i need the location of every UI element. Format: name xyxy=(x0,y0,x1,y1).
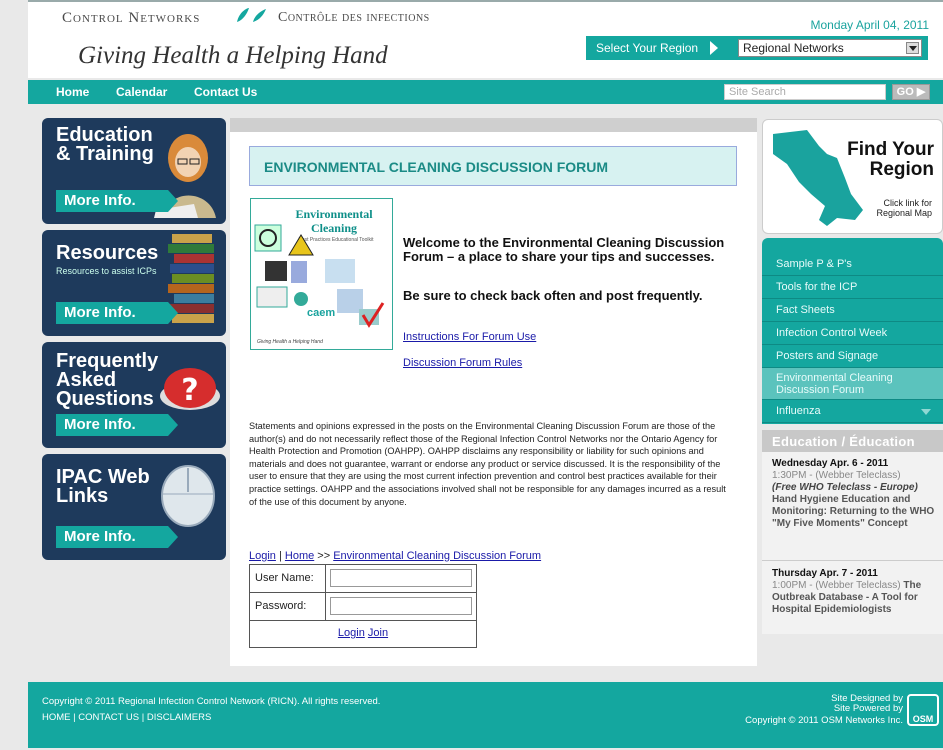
cover-footer: Giving Health a Helping Hand xyxy=(257,339,323,345)
brand-french: Contrôle des infections xyxy=(278,10,430,25)
powered-by-text: Site Powered by xyxy=(833,703,903,714)
footer-disclaimers-link[interactable]: DISCLAIMERS xyxy=(147,712,211,723)
nav-home[interactable]: Home xyxy=(56,85,89,99)
region-dropdown-value: Regional Networks xyxy=(743,41,844,55)
sidebar-item-sample-pp[interactable]: Sample P & P's xyxy=(762,253,943,276)
forum-title-box: ENVIRONMENTAL CLEANING DISCUSSION FORUM xyxy=(249,146,737,186)
design-credit: Site Designed by Site Powered by xyxy=(831,694,903,714)
sidebar-item-influenza[interactable]: Influenza xyxy=(762,400,943,423)
chevron-down-icon[interactable] xyxy=(906,42,919,54)
search-go-button[interactable]: GO ▶ xyxy=(892,84,930,100)
promo-title: Frequently Asked Questions xyxy=(56,350,159,410)
sidebar-item-infection-control-week[interactable]: Infection Control Week xyxy=(762,322,943,345)
question-mark-icon: ? xyxy=(160,368,220,410)
more-info-button[interactable]: More Info. xyxy=(56,414,178,436)
find-region-title: Find Your Region xyxy=(847,139,934,180)
breadcrumb-login-link[interactable]: Login xyxy=(249,550,276,562)
username-label: User Name: xyxy=(255,572,314,584)
sidebar-item-posters-signage[interactable]: Posters and Signage xyxy=(762,345,943,368)
main-nav: Home Calendar Contact Us Site Search GO … xyxy=(28,80,943,104)
event-item[interactable]: Wednesday Apr. 6 - 2011 1:30PM - (Webber… xyxy=(772,458,938,530)
breadcrumb-forum-link[interactable]: Environmental Cleaning Discussion Forum xyxy=(333,550,541,562)
footer-home-link[interactable]: HOME xyxy=(42,712,71,723)
username-row: User Name: xyxy=(250,565,476,593)
login-actions: Login Join xyxy=(250,627,476,639)
nav-calendar[interactable]: Calendar xyxy=(116,85,167,99)
events-divider xyxy=(762,560,943,561)
page-title: ENVIRONMENTAL CLEANING DISCUSSION FORUM xyxy=(264,159,609,175)
forum-instructions-link[interactable]: Instructions For Forum Use xyxy=(403,331,536,343)
toolkit-cover-image: Environmental Cleaning Best Practices Ed… xyxy=(250,198,393,350)
promo-ipac-web-links[interactable]: IPAC Web Links More Info. xyxy=(42,454,226,560)
osm-copyright: Copyright © 2011 OSM Networks Inc. xyxy=(745,715,903,726)
password-field[interactable] xyxy=(330,597,472,615)
promo-education-training[interactable]: Education & Training More Info. xyxy=(42,118,226,224)
check-back-text: Be sure to check back often and post fre… xyxy=(403,288,703,303)
login-link[interactable]: Login xyxy=(338,627,365,639)
arrow-right-icon xyxy=(710,41,718,55)
event-time: 1:30PM - (Webber Teleclass) xyxy=(772,470,901,481)
forum-rules-link[interactable]: Discussion Forum Rules xyxy=(403,357,522,369)
brand-english: Control Networks xyxy=(62,10,201,26)
password-label: Password: xyxy=(255,600,307,612)
username-field[interactable] xyxy=(330,569,472,587)
promo-title: IPAC Web Links xyxy=(56,466,150,507)
main-content: ENVIRONMENTAL CLEANING DISCUSSION FORUM … xyxy=(230,118,757,666)
sidebar-menu: Sample P & P's Tools for the ICP Fact Sh… xyxy=(762,238,943,424)
region-dropdown[interactable]: Regional Networks xyxy=(738,39,922,57)
promo-title: Education & Training xyxy=(56,124,154,165)
find-your-region-panel[interactable]: Find Your Region Click link for Regional… xyxy=(762,119,943,234)
breadcrumb: Login | Home >> Environmental Cleaning D… xyxy=(249,550,541,562)
footer-links: HOME | CONTACT US | DISCLAIMERS xyxy=(42,712,211,723)
education-events-list: Wednesday Apr. 6 - 2011 1:30PM - (Webber… xyxy=(762,452,943,634)
education-header: Education / Éducation xyxy=(762,430,943,452)
disclaimer-text: Statements and opinions expressed in the… xyxy=(249,421,726,507)
site-footer: Copyright © 2011 Regional Infection Cont… xyxy=(28,682,943,748)
breadcrumb-separator: >> xyxy=(314,550,334,562)
footer-contact-link[interactable]: CONTACT US xyxy=(78,712,139,723)
promo-subtitle: Resources to assist ICPs xyxy=(56,266,157,276)
go-button-label: GO xyxy=(896,86,914,98)
nav-contact-us[interactable]: Contact Us xyxy=(194,85,257,99)
event-detail: 1:00PM - (Webber Teleclass) The Outbreak… xyxy=(772,580,938,616)
tagline: Giving Health a Helping Hand xyxy=(78,42,388,69)
more-info-button[interactable]: More Info. xyxy=(56,190,178,212)
more-info-button[interactable]: More Info. xyxy=(56,302,178,324)
cover-org-logo: caem xyxy=(307,307,336,319)
promo-resources[interactable]: Resources Resources to assist ICPs More … xyxy=(42,230,226,336)
event-item[interactable]: Thursday Apr. 7 - 2011 1:00PM - (Webber … xyxy=(772,568,938,616)
event-description: Hand Hygiene Education and Monitoring: R… xyxy=(772,494,935,529)
footer-link-separator: | xyxy=(139,712,147,723)
event-date: Thursday Apr. 7 - 2011 xyxy=(772,568,878,579)
sidebar-item-tools-icp[interactable]: Tools for the ICP xyxy=(762,276,943,299)
page: Control Networks Contrôle des infections… xyxy=(0,0,943,750)
current-date: Monday April 04, 2011 xyxy=(810,18,929,32)
password-row: Password: xyxy=(250,593,476,621)
promo-faq[interactable]: Frequently Asked Questions ? More Info. xyxy=(42,342,226,448)
breadcrumb-separator: | xyxy=(275,550,285,562)
login-form: User Name: Password: Login Join xyxy=(249,564,477,648)
region-label: Select Your Region xyxy=(596,41,699,55)
computer-mouse-icon xyxy=(161,465,215,527)
cleaning-collage-icon xyxy=(254,224,385,328)
region-selector-bar: Select Your Region Regional Networks xyxy=(586,36,928,60)
copyright-text: Copyright © 2011 Regional Infection Cont… xyxy=(42,696,381,707)
promo-title: Resources xyxy=(56,242,159,264)
breadcrumb-home-link[interactable]: Home xyxy=(285,550,314,562)
more-info-button[interactable]: More Info. xyxy=(56,526,178,548)
event-time: 1:00PM - (Webber Teleclass) xyxy=(772,580,901,591)
search-input[interactable]: Site Search xyxy=(724,84,886,100)
welcome-text: Welcome to the Environmental Cleaning Di… xyxy=(403,235,725,264)
join-link[interactable]: Join xyxy=(368,627,388,639)
event-tag: (Free WHO Teleclass - Europe) xyxy=(772,482,918,493)
leaf-logo-icon xyxy=(237,8,266,22)
sidebar-item-env-cleaning-forum[interactable]: Environmental Cleaning Discussion Forum xyxy=(762,368,943,400)
osm-logo-icon[interactable]: OSM xyxy=(907,694,939,726)
find-region-subtitle: Click link for Regional Map xyxy=(876,198,932,218)
svg-text:?: ? xyxy=(181,373,198,408)
event-date: Wednesday Apr. 6 - 2011 xyxy=(772,458,889,469)
sidebar-item-fact-sheets[interactable]: Fact Sheets xyxy=(762,299,943,322)
site-header: Control Networks Contrôle des infections… xyxy=(28,0,943,78)
